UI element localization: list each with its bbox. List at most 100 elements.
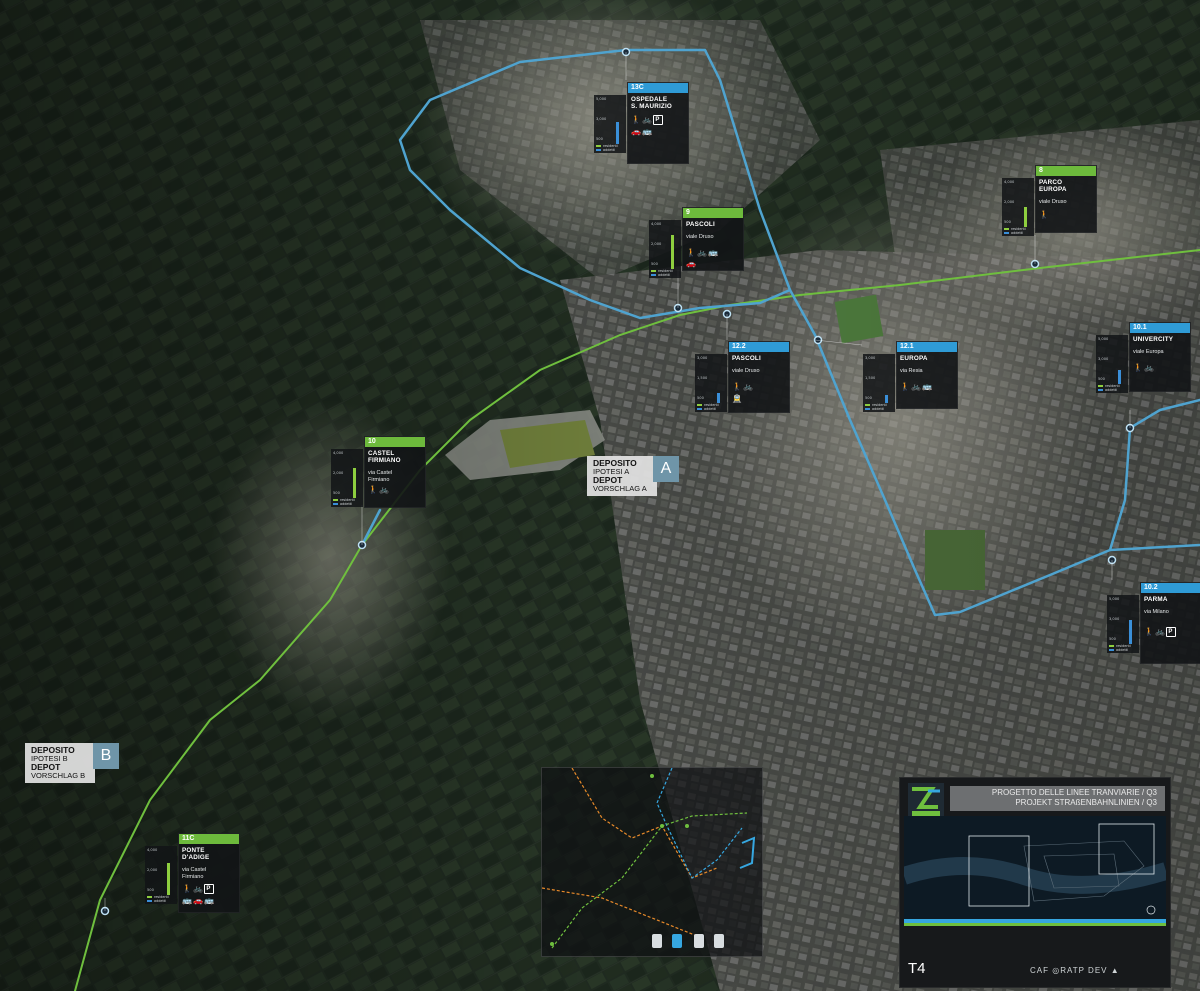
overview-map bbox=[901, 816, 1169, 926]
stop-number: 12.2 bbox=[729, 342, 789, 352]
walk-icon: 🚶 bbox=[368, 485, 379, 494]
bike-icon: 🚲 bbox=[641, 115, 653, 125]
stop-street: viale Druso bbox=[732, 368, 760, 374]
demographic-chart: 5,000 3,000 500 residenti addetti bbox=[1096, 335, 1128, 393]
stop-street: via Resia bbox=[900, 368, 923, 374]
stop-name: PASCOLI bbox=[732, 355, 761, 362]
stop-card-13c[interactable]: 5,000 3,000 500 residenti addetti 13C OS… bbox=[594, 82, 689, 164]
depot-b-badge: B bbox=[93, 743, 119, 769]
axis-label: 500 bbox=[1098, 377, 1105, 381]
legend: addetti bbox=[697, 407, 716, 411]
car-icon: 🚗 bbox=[192, 896, 204, 905]
ratp-dev-logo-icon: ◎RATP DEV bbox=[1052, 966, 1108, 975]
axis-label: 500 bbox=[147, 888, 154, 892]
stop-name: CASTEL FIRMIANO bbox=[368, 450, 401, 464]
depot-sub-de: VORSCHLAG B bbox=[31, 770, 86, 780]
bus-icon: 🚌 bbox=[921, 382, 933, 391]
legend: addetti bbox=[651, 273, 670, 277]
axis-label: 500 bbox=[697, 396, 704, 400]
depot-a-badge: A bbox=[653, 456, 679, 482]
stop-number: 13C bbox=[628, 83, 688, 93]
stop-card-12-1[interactable]: 3,000 1,500 500 residenti addetti 12.1 E… bbox=[863, 341, 958, 412]
mode-icons: 🚶🚲 P bbox=[631, 115, 663, 125]
sheet-number: T4 bbox=[908, 960, 926, 977]
demographic-chart: 5,000 3,000 500 residenti addetti bbox=[594, 95, 626, 153]
axis-label: 2,000 bbox=[333, 471, 344, 475]
mode-icons: 🚶🚲🚌 bbox=[900, 382, 933, 391]
mode-icons: 🚶🚲🚌 bbox=[686, 248, 719, 257]
bus-icon: 🚌 bbox=[203, 896, 215, 905]
title-italian: PROGETTO DELLE LINEE TRANVIARIE / Q3 bbox=[991, 788, 1157, 797]
demographic-chart: 4,000 2,000 500 residenti addetti bbox=[145, 846, 177, 904]
legend-addetti: addetti bbox=[154, 899, 167, 903]
legend-addetti: addetti bbox=[658, 273, 671, 277]
bike-icon: 🚲 bbox=[1154, 627, 1166, 637]
walk-icon: 🚶 bbox=[900, 382, 911, 391]
axis-label: 3,000 bbox=[865, 356, 876, 360]
bar-residenti bbox=[1024, 207, 1027, 227]
axis-label: 4,000 bbox=[651, 222, 662, 226]
axis-label: 500 bbox=[333, 491, 340, 495]
mode-icons: 🚶 bbox=[1039, 210, 1050, 219]
stop-name: OSPEDALE S. MAURIZIO bbox=[631, 96, 673, 110]
depot-sub-de: VORSCHLAG A bbox=[593, 483, 647, 493]
demographic-chart: 3,000 1,500 500 residenti addetti bbox=[695, 354, 727, 412]
tram-icon-row bbox=[652, 934, 724, 948]
mode-icons: 🚶🚲 P bbox=[1144, 627, 1176, 637]
axis-label: 3,000 bbox=[697, 356, 708, 360]
bus-icon: 🚌 bbox=[641, 127, 653, 136]
tram-icon: 🚊 bbox=[732, 394, 743, 403]
mode-icons: 🚗🚌 bbox=[631, 127, 653, 136]
walk-icon: 🚶 bbox=[1039, 210, 1050, 219]
axis-label: 500 bbox=[1109, 637, 1116, 641]
sellos-group-logo-icon: ▲ bbox=[1110, 966, 1120, 975]
network-inset[interactable] bbox=[541, 767, 763, 957]
axis-label: 500 bbox=[1004, 220, 1011, 224]
stop-card-10-1[interactable]: 5,000 3,000 500 residenti addetti 10.1 U… bbox=[1096, 322, 1191, 393]
stop-card-11c[interactable]: 4,000 2,000 500 residenti addetti 11C PO… bbox=[145, 833, 240, 913]
title-german: PROJEKT STRAßENBAHNLINIEN / Q3 bbox=[1015, 798, 1157, 807]
stop-number: 10.2 bbox=[1141, 583, 1200, 593]
legend: addetti bbox=[596, 148, 615, 152]
mode-icons: 🚶🚲 P bbox=[182, 884, 214, 894]
stop-card-9[interactable]: 4,000 2,000 500 residenti addetti 9 PASC… bbox=[649, 207, 744, 278]
stop-street: viale Druso bbox=[1039, 199, 1067, 205]
stop-name: UNIVERCITY bbox=[1133, 336, 1174, 343]
stop-card-12-2[interactable]: 3,000 1,500 500 residenti addetti 12.2 P… bbox=[695, 341, 790, 413]
stop-card-10[interactable]: 4,000 2,000 500 residenti addetti 10 CAS… bbox=[331, 436, 426, 508]
axis-label: 3,000 bbox=[1098, 357, 1109, 361]
axis-label: 4,000 bbox=[1004, 180, 1015, 184]
legend: addetti bbox=[147, 899, 166, 903]
bus-icon: 🚌 bbox=[182, 896, 193, 905]
mode-icons: 🚶🚲 bbox=[1133, 363, 1155, 372]
walk-icon: 🚶 bbox=[686, 248, 697, 257]
parking-icon: P bbox=[203, 884, 214, 894]
stop-card-8[interactable]: 4,000 2,000 500 residenti addetti 8 PARC… bbox=[1002, 165, 1097, 236]
stop-name: PASCOLI bbox=[686, 221, 715, 228]
legend-addetti: addetti bbox=[1105, 388, 1118, 392]
axis-label: 500 bbox=[596, 137, 603, 141]
legend-addetti: addetti bbox=[1011, 231, 1024, 235]
legend: addetti bbox=[1098, 388, 1117, 392]
bar-addetti bbox=[885, 395, 888, 403]
bar-addetti bbox=[616, 122, 619, 144]
axis-label: 3,000 bbox=[596, 117, 607, 121]
mode-icons: 🚶🚲 bbox=[368, 485, 390, 494]
legend-addetti: addetti bbox=[1116, 648, 1129, 652]
demographic-chart: 4,000 2,000 500 residenti addetti bbox=[331, 449, 363, 507]
stop-name: PARMA bbox=[1144, 596, 1168, 603]
stop-card-10-2[interactable]: 5,000 3,000 500 residenti addetti 10.2 P… bbox=[1107, 582, 1200, 664]
walk-icon: 🚶 bbox=[1133, 363, 1144, 372]
car-icon: 🚗 bbox=[686, 259, 697, 268]
title-block: PROGETTO DELLE LINEE TRANVIARIE / Q3 PRO… bbox=[899, 777, 1171, 988]
stop-number: 11C bbox=[179, 834, 239, 844]
stop-street: viale Europa bbox=[1133, 349, 1164, 355]
bike-icon: 🚲 bbox=[378, 485, 390, 494]
legend-addetti: addetti bbox=[704, 407, 717, 411]
tram-logo-icon bbox=[908, 783, 944, 819]
mode-icons: 🚌🚗🚌 bbox=[182, 896, 215, 905]
parking-icon: P bbox=[1165, 627, 1176, 637]
axis-label: 1,500 bbox=[697, 376, 708, 380]
walk-icon: 🚶 bbox=[732, 382, 743, 391]
bar-addetti bbox=[1129, 620, 1132, 644]
